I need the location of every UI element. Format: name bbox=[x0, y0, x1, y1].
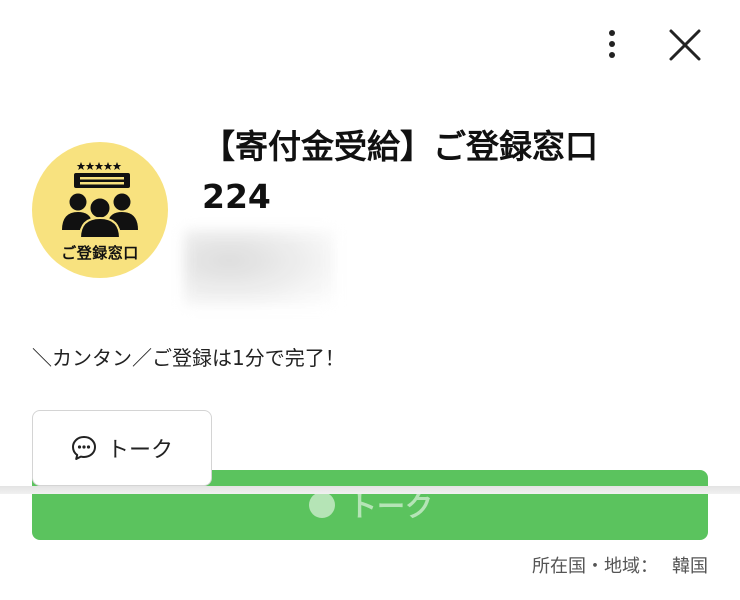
country-label: 所在国・地域： bbox=[532, 556, 658, 577]
chat-bubble-icon bbox=[71, 436, 96, 460]
country-value: 韓国 bbox=[672, 556, 708, 577]
close-icon bbox=[669, 29, 701, 61]
talk-button-label: トーク bbox=[106, 438, 173, 463]
vertical-dots-icon bbox=[609, 30, 615, 58]
top-bar bbox=[0, 0, 740, 90]
close-button[interactable] bbox=[662, 22, 708, 68]
chat-bubble-icon bbox=[308, 492, 335, 518]
talk-button[interactable]: トーク bbox=[32, 410, 212, 486]
avatar-label: ご登録窓口 bbox=[61, 244, 139, 262]
more-options-button[interactable] bbox=[592, 24, 632, 64]
blurred-status-message bbox=[184, 230, 334, 306]
account-description: ＼カンタン／ご登録は1分で完了！ bbox=[32, 346, 345, 370]
account-name: 【寄付金受給】ご登録窓口 224 bbox=[202, 127, 598, 216]
country-info: 所在国・地域： 韓国 bbox=[532, 552, 708, 578]
avatar: ご登録窓口 bbox=[32, 142, 168, 278]
divider bbox=[0, 486, 740, 494]
